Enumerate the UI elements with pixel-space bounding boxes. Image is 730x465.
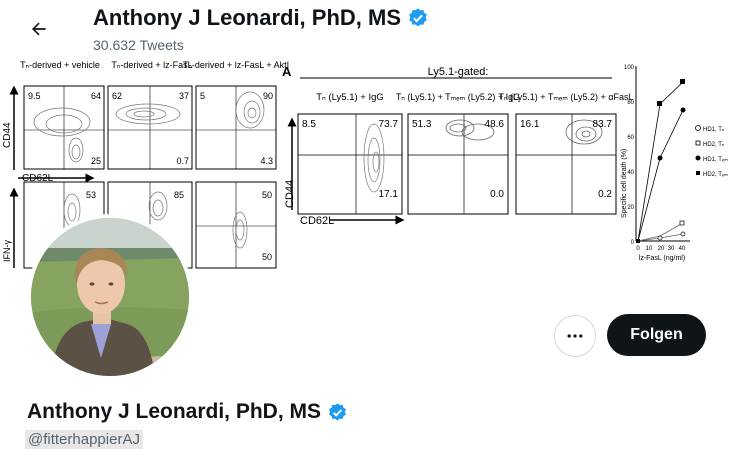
- left-r1c1-ur: 64: [91, 91, 101, 101]
- arrow-left-icon: [31, 22, 46, 36]
- profile-name-row: Anthony J Leonardi, PhD, MS: [27, 400, 348, 424]
- left-r2c2-ur: 85: [174, 190, 184, 200]
- middle-gate-title: Ly5.1-gated:: [428, 66, 489, 78]
- right-xlabel: lz-FasL (ng/ml): [639, 255, 685, 262]
- header-name: Anthony J Leonardi, PhD, MS: [93, 5, 402, 30]
- middle-p3-ur: 83.7: [593, 119, 613, 130]
- left-r1c3-ul: 5: [200, 91, 205, 101]
- verified-badge-icon: [409, 8, 427, 27]
- right-legend-1: HD1, Tₙ: [703, 127, 725, 133]
- verified-badge-icon[interactable]: [327, 402, 348, 423]
- left-r1c2-ul: 62: [112, 91, 122, 101]
- right-ytick-1: 20: [627, 205, 634, 211]
- middle-p3-ul: 16.1: [520, 119, 540, 130]
- avatar-photo: [31, 218, 189, 376]
- right-point: [680, 231, 686, 237]
- profile-header: Anthony J Leonardi, PhD, MS 30.632 Tweet…: [0, 0, 730, 58]
- middle-p2-ur: 48.6: [485, 119, 505, 130]
- left-r1c1-lr: 25: [91, 156, 101, 166]
- middle-p2-ul: 51.3: [412, 119, 432, 130]
- right-point: [657, 235, 663, 241]
- follow-button[interactable]: Folgen: [607, 314, 706, 356]
- right-ytick-0: 0: [631, 240, 635, 246]
- right-ytick-5: 100: [624, 65, 635, 71]
- right-point: [657, 155, 663, 161]
- right-ytick-4: 80: [627, 100, 634, 106]
- left-r1c3-ur: 90: [263, 91, 273, 101]
- right-xtick-3: 30: [668, 246, 675, 252]
- profile-handle: @fitterhappierAJ: [25, 430, 143, 449]
- middle-ylabel-cd44: CD44: [284, 180, 296, 208]
- right-xtick-0: 0: [636, 246, 640, 252]
- right-point: [636, 239, 640, 243]
- middle-xlabel-cd62l: CD62L: [300, 215, 334, 227]
- more-options-button[interactable]: [554, 315, 596, 357]
- right-legend-4: HD2, Tₑₘ: [703, 172, 728, 178]
- right-legend-2: HD2, Tₙ: [703, 142, 725, 148]
- left-r2c1-ur: 53: [86, 190, 96, 200]
- middle-col-title-3: Tₙ (Ly5.1) + Tₘₑₘ (Ly5.2) + αFasL: [498, 92, 633, 102]
- left-r1c1-ul: 9.5: [28, 91, 41, 101]
- tweet-count: 30.632 Tweets: [93, 37, 184, 53]
- right-xtick-2: 20: [658, 246, 665, 252]
- right-xtick-4: 40: [679, 246, 686, 252]
- header-title: Anthony J Leonardi, PhD, MS: [93, 5, 429, 31]
- right-point: [680, 79, 685, 84]
- right-ytick-3: 60: [627, 135, 634, 141]
- left-col-title-1: Tₙ-derived + vehicle: [20, 60, 100, 70]
- right-point: [680, 107, 686, 113]
- middle-p3-lr: 0.2: [598, 189, 612, 200]
- left-r1c3-lr: 4.3: [260, 156, 273, 166]
- avatar[interactable]: [27, 214, 193, 380]
- more-dots-icon: [567, 334, 583, 338]
- left-ylabel-ifng: IFN-γ: [2, 240, 12, 262]
- middle-p1-ur: 73.7: [379, 119, 399, 130]
- right-ytick-2: 40: [627, 170, 634, 176]
- left-r1c2-lr: 0.7: [176, 156, 189, 166]
- left-r1c2-ur: 37: [179, 91, 189, 101]
- middle-p1-ul: 8.5: [302, 119, 316, 130]
- profile-name: Anthony J Leonardi, PhD, MS: [27, 400, 322, 423]
- right-point: [657, 101, 662, 106]
- back-button[interactable]: [22, 12, 56, 46]
- left-col-title-2: Tₙ-derived + lz-FasL: [111, 60, 192, 70]
- middle-p2-lr: 0.0: [490, 189, 504, 200]
- left-r2c3-ur: 50: [262, 190, 272, 200]
- middle-panel-letter: A: [282, 64, 292, 79]
- left-r2c3-lr: 50: [262, 252, 272, 262]
- middle-col-title-1: Tₙ (Ly5.1) + IgG: [316, 92, 384, 103]
- right-xtick-1: 10: [646, 246, 653, 252]
- left-ylabel-cd44: CD44: [2, 122, 13, 148]
- left-col-title-3: Tₙ-derived + lz-FasL + AktI: [183, 60, 289, 70]
- right-point: [679, 220, 685, 226]
- middle-p1-lr: 17.1: [379, 189, 399, 200]
- right-legend-3: HD1, Tₑₘ: [703, 157, 728, 163]
